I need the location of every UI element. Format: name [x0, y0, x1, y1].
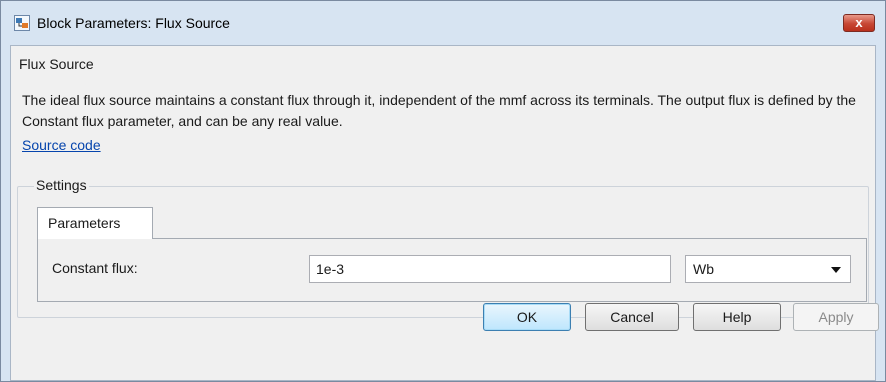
apply-button[interactable]: Apply — [793, 303, 879, 331]
constant-flux-unit-select[interactable]: Wb — [685, 255, 851, 283]
help-button[interactable]: Help — [693, 303, 781, 331]
source-code-link[interactable]: Source code — [22, 137, 101, 153]
constant-flux-input[interactable] — [309, 255, 671, 283]
close-icon: x — [855, 15, 863, 30]
block-description: The ideal flux source maintains a consta… — [22, 92, 856, 129]
block-group-title: Flux Source — [17, 56, 96, 72]
window-title: Block Parameters: Flux Source — [37, 15, 230, 31]
settings-group-title: Settings — [34, 177, 89, 193]
cancel-button[interactable]: Cancel — [585, 303, 679, 331]
chevron-down-icon — [831, 267, 841, 273]
ok-button[interactable]: OK — [483, 303, 571, 331]
tab-parameters[interactable]: Parameters — [37, 207, 153, 239]
title-bar[interactable]: Block Parameters: Flux Source x — [1, 1, 885, 45]
dialog-window: Block Parameters: Flux Source x Flux Sou… — [0, 0, 886, 382]
simulink-block-icon — [14, 15, 30, 31]
constant-flux-label: Constant flux: — [52, 260, 138, 276]
close-button[interactable]: x — [843, 14, 875, 32]
unit-value: Wb — [693, 261, 714, 277]
tab-label: Parameters — [48, 215, 121, 231]
